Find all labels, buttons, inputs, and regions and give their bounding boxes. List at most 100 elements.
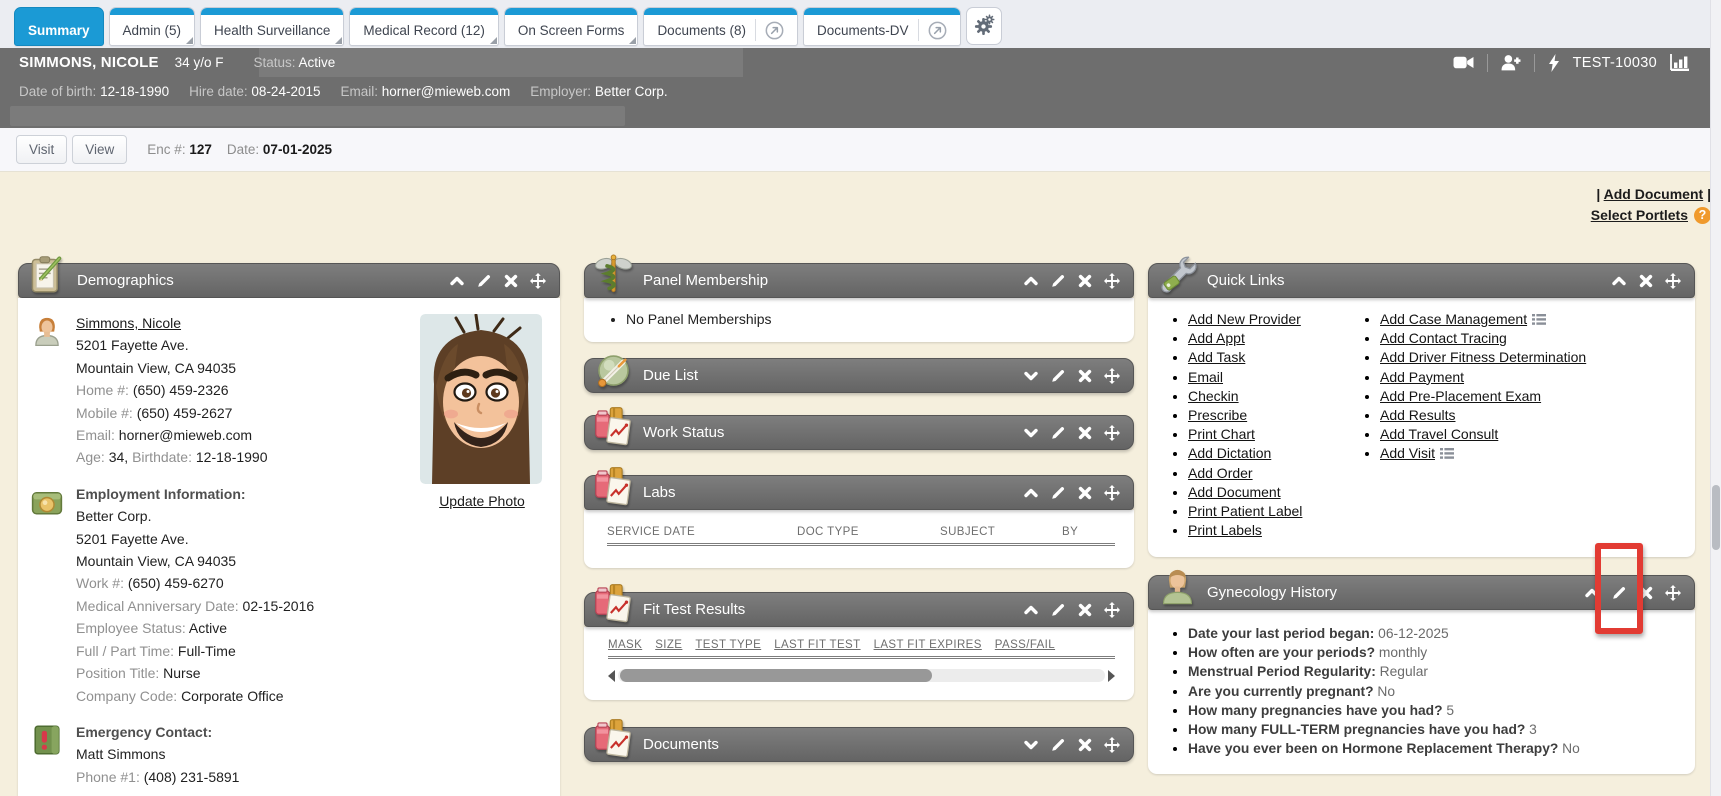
quick-link[interactable]: Email: [1188, 369, 1223, 385]
edit-button[interactable]: [476, 273, 492, 289]
enc-value: 127: [189, 142, 212, 157]
expand-button[interactable]: [1023, 425, 1039, 441]
close-button[interactable]: [1638, 585, 1654, 601]
scrollbar-track[interactable]: [618, 669, 1105, 682]
quick-link[interactable]: Print Chart: [1188, 426, 1255, 442]
close-button[interactable]: [1077, 602, 1093, 618]
expand-button[interactable]: [1023, 368, 1039, 384]
quick-link[interactable]: Checkin: [1188, 388, 1239, 404]
sort-column-link[interactable]: LAST FIT EXPIRES: [874, 639, 982, 651]
scroll-right-arrow[interactable]: [1108, 670, 1115, 682]
tab-medical-record[interactable]: Medical Record (12): [349, 7, 499, 46]
quick-link[interactable]: Add Results: [1380, 407, 1455, 423]
labs-header[interactable]: Labs: [584, 475, 1134, 510]
quick-action-button[interactable]: [1548, 54, 1560, 72]
tab-health-surveillance[interactable]: Health Surveillance: [200, 7, 344, 46]
quick-link[interactable]: Prescribe: [1188, 407, 1247, 423]
fit-test-header[interactable]: Fit Test Results: [584, 592, 1134, 627]
collapse-button[interactable]: [449, 273, 465, 289]
tab-settings-button[interactable]: [966, 7, 1002, 45]
external-link-icon[interactable]: [765, 21, 784, 40]
tab-documents-dv[interactable]: Documents-DV: [803, 7, 961, 46]
quick-link[interactable]: Print Patient Label: [1188, 503, 1302, 519]
documents-header[interactable]: Documents: [584, 727, 1134, 762]
close-button[interactable]: [1077, 273, 1093, 289]
add-document-link[interactable]: Add Document: [1604, 186, 1704, 202]
scroll-left-arrow[interactable]: [608, 670, 615, 682]
quick-link[interactable]: Add Appt: [1188, 330, 1245, 346]
move-handle[interactable]: [1665, 273, 1681, 289]
update-photo-link[interactable]: Update Photo: [439, 490, 525, 512]
sort-column-link[interactable]: TEST TYPE: [695, 639, 761, 651]
quick-link[interactable]: Add Case Management: [1380, 311, 1527, 327]
move-handle[interactable]: [1104, 737, 1120, 753]
sort-column-link[interactable]: LAST FIT TEST: [774, 639, 860, 651]
quick-link[interactable]: Add Driver Fitness Determination: [1380, 349, 1586, 365]
quick-link[interactable]: Add Pre-Placement Exam: [1380, 388, 1541, 404]
vertical-scrollbar-thumb[interactable]: [1712, 485, 1720, 550]
close-button[interactable]: [1077, 368, 1093, 384]
quick-link[interactable]: Add New Provider: [1188, 311, 1301, 327]
move-handle[interactable]: [1104, 273, 1120, 289]
sort-column-link[interactable]: SIZE: [655, 639, 682, 651]
gynecology-header[interactable]: Gynecology History: [1148, 575, 1695, 610]
hire-date-field: Hire date: 08-24-2015: [189, 84, 320, 99]
tab-on-screen-forms[interactable]: On Screen Forms: [504, 7, 639, 46]
vertical-scrollbar[interactable]: [1710, 0, 1721, 796]
edit-button[interactable]: [1050, 368, 1066, 384]
expand-button[interactable]: [1023, 737, 1039, 753]
quick-link[interactable]: Print Labels: [1188, 522, 1262, 538]
due-list-header[interactable]: Due List: [584, 358, 1134, 393]
flowsheet-button[interactable]: [1670, 54, 1690, 71]
collapse-button[interactable]: [1023, 273, 1039, 289]
quick-link-item: Add Document: [1188, 483, 1350, 502]
move-handle[interactable]: [1104, 368, 1120, 384]
edit-button[interactable]: [1050, 485, 1066, 501]
quick-link[interactable]: Add Order: [1188, 465, 1253, 481]
tab-admin[interactable]: Admin (5): [109, 7, 196, 46]
quick-link[interactable]: Add Dictation: [1188, 445, 1271, 461]
view-button[interactable]: View: [72, 135, 127, 164]
quick-link[interactable]: Add Task: [1188, 349, 1245, 365]
add-person-button[interactable]: [1501, 54, 1521, 71]
select-portlets-link[interactable]: Select Portlets: [1591, 205, 1688, 226]
help-icon[interactable]: ?: [1694, 207, 1711, 224]
close-button[interactable]: [1077, 737, 1093, 753]
sort-column-link[interactable]: MASK: [608, 639, 642, 651]
tab-documents[interactable]: Documents (8): [643, 7, 798, 46]
close-button[interactable]: [1077, 425, 1093, 441]
panel-membership-header[interactable]: Panel Membership: [584, 263, 1134, 298]
collapse-button[interactable]: [1584, 585, 1600, 601]
move-handle[interactable]: [1104, 425, 1120, 441]
move-handle[interactable]: [1104, 485, 1120, 501]
quick-link[interactable]: Add Travel Consult: [1380, 426, 1498, 442]
external-link-icon[interactable]: [928, 21, 947, 40]
video-visit-button[interactable]: [1453, 55, 1474, 70]
work-status-header[interactable]: Work Status: [584, 415, 1134, 450]
scrollbar-thumb[interactable]: [620, 669, 932, 682]
collapse-button[interactable]: [1023, 485, 1039, 501]
collapse-button[interactable]: [1611, 273, 1627, 289]
tab-summary[interactable]: Summary: [14, 7, 104, 46]
patient-name-link[interactable]: Simmons, Nicole: [76, 315, 181, 331]
sort-column-link[interactable]: PASS/FAIL: [995, 639, 1055, 651]
close-button[interactable]: [1077, 485, 1093, 501]
quick-link[interactable]: Add Contact Tracing: [1380, 330, 1507, 346]
visit-button[interactable]: Visit: [16, 135, 67, 164]
collapse-button[interactable]: [1023, 602, 1039, 618]
edit-button[interactable]: [1050, 425, 1066, 441]
quick-links-header[interactable]: Quick Links: [1148, 263, 1695, 298]
quick-link[interactable]: Add Visit: [1380, 445, 1435, 461]
quick-link[interactable]: Add Document: [1188, 484, 1281, 500]
close-button[interactable]: [503, 273, 519, 289]
move-handle[interactable]: [1104, 602, 1120, 618]
edit-button[interactable]: [1050, 273, 1066, 289]
move-handle[interactable]: [530, 273, 546, 289]
edit-button[interactable]: [1050, 602, 1066, 618]
edit-button[interactable]: [1611, 585, 1627, 601]
quick-link[interactable]: Add Payment: [1380, 369, 1464, 385]
close-button[interactable]: [1638, 273, 1654, 289]
demographics-header[interactable]: Demographics: [18, 263, 560, 298]
edit-button[interactable]: [1050, 737, 1066, 753]
move-handle[interactable]: [1665, 585, 1681, 601]
